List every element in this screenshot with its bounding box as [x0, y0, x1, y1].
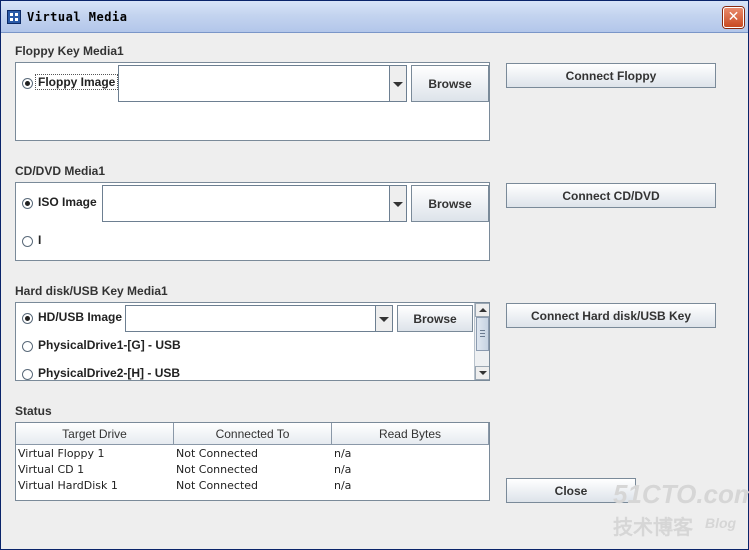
connect-harddisk-button[interactable]: Connect Hard disk/USB Key: [506, 303, 716, 328]
close-button-label: Close: [554, 483, 588, 498]
floppy-image-combo[interactable]: [118, 65, 407, 102]
cddvd-browse-button[interactable]: Browse: [411, 185, 489, 222]
floppy-browse-button[interactable]: Browse: [411, 65, 489, 102]
read-bytes-cell: n/a: [334, 447, 352, 460]
app-icon: [7, 10, 21, 24]
connect-cddvd-label: Connect CD/DVD: [562, 188, 660, 203]
close-window-button[interactable]: ✕: [723, 7, 744, 28]
status-table: Target Drive Connected To Read Bytes Vir…: [15, 422, 490, 501]
physical-drive-2-radio[interactable]: [22, 369, 33, 380]
connect-cddvd-button[interactable]: Connect CD/DVD: [506, 183, 716, 208]
watermark-logo: 51CTO.com: [613, 479, 749, 509]
chevron-down-icon[interactable]: [375, 306, 392, 331]
harddisk-browse-button[interactable]: Browse: [397, 305, 473, 332]
harddisk-section-label: Hard disk/USB Key Media1: [15, 284, 168, 298]
iso-image-label[interactable]: ISO Image: [38, 195, 97, 209]
connected-to-cell: Not Connected: [176, 479, 259, 492]
harddisk-scrollbar[interactable]: [474, 303, 489, 380]
cd-drive-radio[interactable]: [22, 236, 33, 247]
target-drive-cell: Virtual HardDisk 1: [18, 479, 118, 492]
cddvd-panel: ISO Image Browse I: [15, 182, 490, 261]
physical-drive-2-label[interactable]: PhysicalDrive2-[H] - USB: [38, 366, 180, 380]
cd-drive-label[interactable]: I: [38, 233, 41, 247]
close-icon: ✕: [727, 9, 740, 25]
title-bar[interactable]: Virtual Media ✕: [1, 1, 748, 33]
connect-harddisk-label: Connect Hard disk/USB Key: [530, 308, 692, 323]
status-section-label: Status: [15, 404, 52, 418]
connected-to-cell: Not Connected: [176, 463, 259, 476]
physical-drive-1-radio[interactable]: [22, 341, 33, 352]
floppy-browse-label: Browse: [428, 76, 472, 91]
connected-to-cell: Not Connected: [176, 447, 259, 460]
scroll-thumb[interactable]: [476, 317, 489, 351]
harddisk-panel: HD/USB Image Browse PhysicalDrive1-[G] -…: [15, 302, 490, 381]
column-header-target-drive[interactable]: Target Drive: [16, 423, 174, 445]
column-header-read-bytes[interactable]: Read Bytes: [332, 423, 489, 445]
scroll-up-icon[interactable]: [475, 303, 489, 317]
floppy-image-label[interactable]: Floppy Image: [35, 74, 119, 90]
iso-image-combo[interactable]: [102, 185, 407, 222]
virtual-media-window: Virtual Media ✕ Floppy Key Media1 Floppy…: [0, 0, 749, 550]
chevron-down-icon[interactable]: [389, 186, 406, 221]
harddisk-browse-label: Browse: [413, 311, 457, 326]
floppy-panel: Floppy Image Browse: [15, 62, 490, 141]
physical-drive-1-label[interactable]: PhysicalDrive1-[G] - USB: [38, 338, 181, 352]
window-title: Virtual Media: [27, 10, 128, 24]
read-bytes-cell: n/a: [334, 479, 352, 492]
connect-floppy-button[interactable]: Connect Floppy: [506, 63, 716, 88]
floppy-image-radio[interactable]: [22, 78, 33, 89]
iso-image-radio[interactable]: [22, 198, 33, 209]
target-drive-cell: Virtual Floppy 1: [18, 447, 105, 460]
target-drive-cell: Virtual CD 1: [18, 463, 85, 476]
read-bytes-cell: n/a: [334, 463, 352, 476]
watermark-blog: Blog: [705, 515, 737, 531]
hd-usb-image-label[interactable]: HD/USB Image: [38, 310, 122, 324]
scroll-down-icon[interactable]: [475, 366, 489, 380]
cddvd-section-label: CD/DVD Media1: [15, 164, 106, 178]
hd-usb-image-combo[interactable]: [125, 305, 393, 332]
chevron-down-icon[interactable]: [389, 66, 406, 101]
column-header-connected-to[interactable]: Connected To: [174, 423, 332, 445]
connect-floppy-label: Connect Floppy: [565, 68, 657, 83]
watermark-caption: 技术博客: [613, 517, 693, 539]
hd-usb-image-radio[interactable]: [22, 313, 33, 324]
cddvd-browse-label: Browse: [428, 196, 472, 211]
floppy-section-label: Floppy Key Media1: [15, 44, 124, 58]
